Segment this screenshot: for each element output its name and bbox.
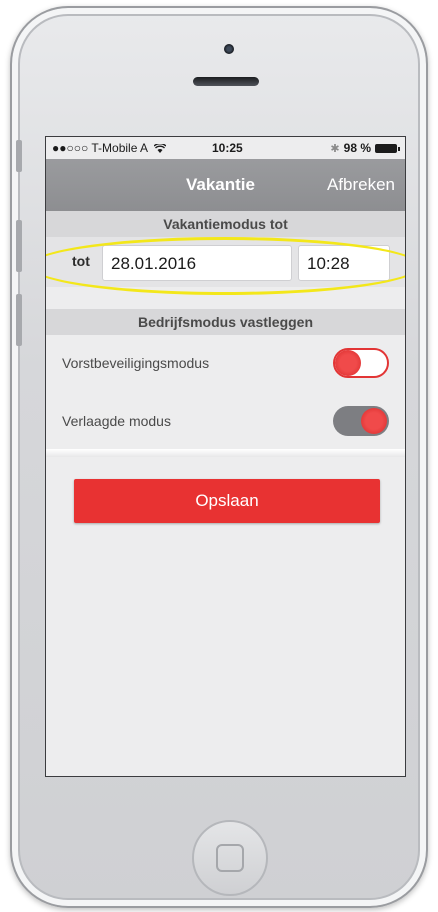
mode-section-header: Bedrijfsmodus vastleggen [46, 309, 405, 335]
volume-down-button [16, 294, 22, 346]
earpiece-speaker [193, 77, 259, 86]
clock: 10:25 [212, 141, 243, 155]
setting-label: Vorstbeveiligingsmodus [62, 355, 210, 371]
vacation-date-row: tot 28.01.2016 10:28 [46, 237, 405, 287]
page-title: Vakantie [186, 175, 255, 194]
carrier-label: ●●○○○ T-Mobile A [52, 141, 167, 155]
to-label: tot [72, 253, 90, 269]
toggle-knob [361, 408, 387, 434]
toggle-knob [335, 350, 361, 376]
status-right: ✱ 98 % [330, 141, 400, 155]
home-button[interactable] [192, 820, 268, 896]
mute-switch [16, 140, 22, 172]
reduced-mode-toggle[interactable] [333, 406, 389, 436]
section-divider [46, 449, 405, 457]
vacation-section-header: Vakantiemodus tot [46, 211, 405, 237]
volume-up-button [16, 220, 22, 272]
bluetooth-icon: ✱ [330, 142, 340, 155]
navigation-bar: Vakantie Afbreken [46, 159, 405, 211]
battery-icon [375, 143, 400, 153]
setting-label: Verlaagde modus [62, 413, 171, 429]
save-button[interactable]: Opslaan [74, 479, 380, 523]
time-field[interactable]: 10:28 [298, 245, 390, 281]
home-square-icon [216, 844, 244, 872]
wifi-icon [153, 143, 167, 153]
cancel-button[interactable]: Afbreken [327, 175, 395, 195]
front-camera [224, 44, 234, 54]
setting-frost-protection: Vorstbeveiligingsmodus [46, 337, 405, 389]
battery-percentage: 98 % [343, 141, 371, 155]
frost-protection-toggle[interactable] [333, 348, 389, 378]
phone-screen: ●●○○○ T-Mobile A 10:25 ✱ 98 % Vakantie A… [45, 136, 406, 777]
status-bar: ●●○○○ T-Mobile A 10:25 ✱ 98 % [46, 137, 405, 159]
carrier-text: ●●○○○ T-Mobile A [52, 141, 148, 155]
date-field[interactable]: 28.01.2016 [102, 245, 292, 281]
setting-reduced-mode: Verlaagde modus [46, 395, 405, 447]
